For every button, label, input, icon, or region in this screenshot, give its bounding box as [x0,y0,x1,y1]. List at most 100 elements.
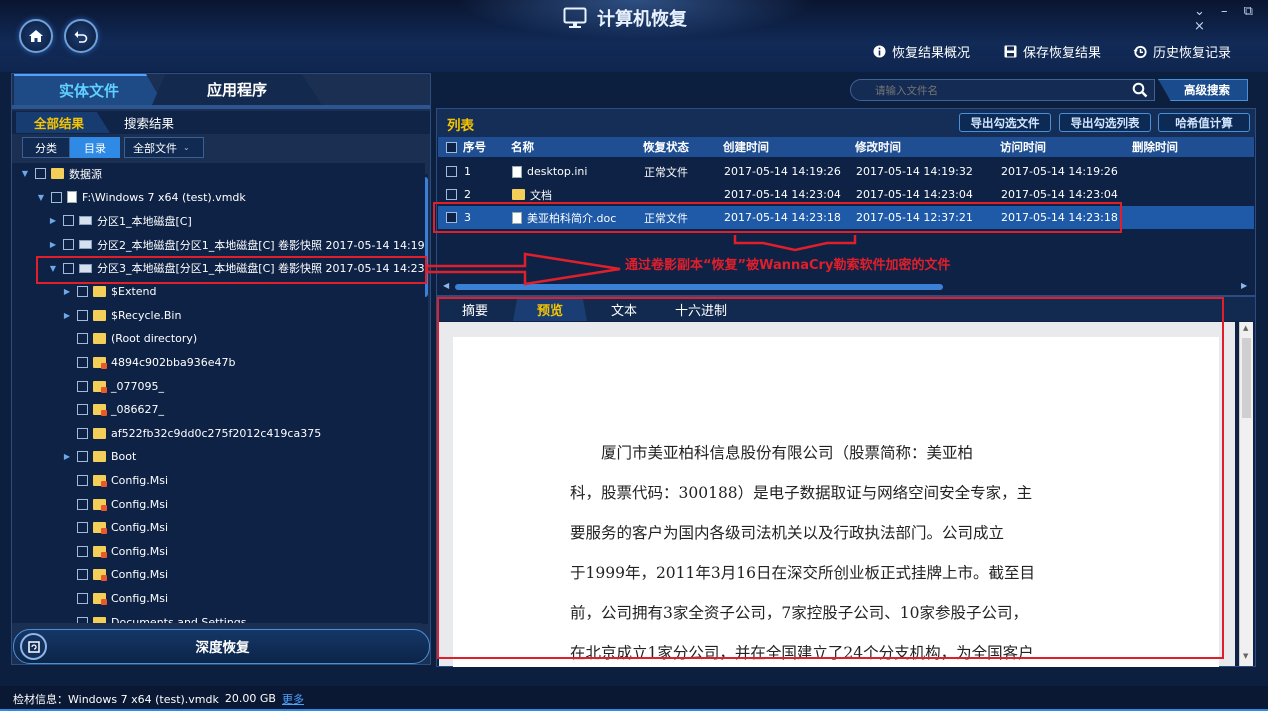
tree-node-label: af522fb32c9dd0c275f2012c419ca375 [111,426,322,440]
col-number[interactable]: 序号 [446,137,486,157]
tree-node[interactable]: ▶ $Recycle.Bin [62,304,182,328]
tree-node[interactable]: ▶ Boot [62,445,136,469]
subtab-search-results[interactable]: 搜索结果 [124,112,174,133]
subtab-all-results[interactable]: 全部结果 [16,112,110,133]
collapse-arrow-icon[interactable]: ▼ [48,264,58,273]
window-controls[interactable]: ⌄ – ⧉ × [1194,4,1268,34]
tree-node[interactable]: _086627_ [62,398,164,422]
search-icon[interactable] [1132,82,1148,98]
tree-checkbox[interactable] [77,616,88,623]
expand-arrow-icon[interactable]: ▶ [62,452,72,461]
scroll-right-icon[interactable]: ▶ [1241,281,1247,290]
tree-checkbox[interactable] [77,522,88,534]
tree-checkbox[interactable] [77,498,88,510]
tree-checkbox[interactable] [77,593,88,605]
col-created[interactable]: 创建时间 [723,137,769,157]
home-button[interactable] [19,19,53,53]
tab-physical-files[interactable]: 实体文件 [14,74,164,105]
tree-checkbox[interactable] [77,545,88,557]
filter-directory-button[interactable]: 目录 [70,137,120,158]
scroll-down-icon[interactable]: ▼ [1243,652,1248,660]
tree-node[interactable]: Config.Msi [62,540,168,564]
tree-node[interactable]: Config.Msi [62,516,168,540]
list-title: 列表 [447,118,474,134]
tab-applications[interactable]: 应用程序 [152,74,322,105]
col-deleted[interactable]: 删除时间 [1132,137,1178,157]
tree-checkbox[interactable] [77,357,88,369]
row-checkbox[interactable] [446,189,457,200]
tree-node[interactable]: af522fb32c9dd0c275f2012c419ca375 [62,422,321,446]
tree-node[interactable]: ▼ 分区3_本地磁盘[分区1_本地磁盘[C] 卷影快照 2017-05-14 14… [48,256,425,280]
col-accessed[interactable]: 访问时间 [1000,137,1046,157]
tree-node-label: Config.Msi [111,521,169,535]
scroll-up-icon[interactable]: ▲ [1243,324,1248,332]
row-number: 3 [464,211,471,224]
expand-arrow-icon[interactable]: ▶ [62,287,72,296]
advanced-search-button[interactable]: 高级搜索 [1158,79,1248,101]
table-row[interactable]: 2 文档 2017-05-14 14:23:04 2017-05-14 14:23:0… [438,183,1254,206]
preview-scrollbar-thumb[interactable] [1242,338,1251,418]
more-link[interactable]: 更多 [282,691,304,707]
tree-checkbox[interactable] [77,451,88,463]
table-row[interactable]: 1 desktop.ini 正常文件 2017-05-14 14:19:26 2017-… [438,160,1254,183]
export-checked-files-button[interactable]: 导出勾选文件 [959,113,1051,132]
tree-checkbox[interactable] [77,475,88,487]
tree-checkbox[interactable] [63,239,74,251]
hash-calc-button[interactable]: 哈希值计算 [1158,113,1250,132]
tree-node[interactable]: Config.Msi [62,492,168,516]
tree-checkbox[interactable] [63,262,74,274]
col-recover-status[interactable]: 恢复状态 [643,137,689,157]
tree-node[interactable]: Config.Msi [62,469,168,493]
filter-category-button[interactable]: 分类 [22,137,70,158]
tree-checkbox[interactable] [77,404,88,416]
search-box[interactable] [850,79,1155,101]
tree-node[interactable]: Config.Msi [62,587,168,611]
tree-checkbox[interactable] [51,191,62,203]
file-type-select[interactable]: 全部文件 ⌄ [124,137,204,158]
tree-node[interactable]: ▶ 分区2_本地磁盘[分区1_本地磁盘[C] 卷影快照 2017-05-14 14… [48,233,425,257]
result-overview-button[interactable]: 恢复结果概况 [873,42,970,61]
tree-checkbox[interactable] [77,569,88,581]
save-result-button[interactable]: 保存恢复结果 [1004,42,1101,61]
tree-checkbox[interactable] [77,309,88,321]
col-modified[interactable]: 修改时间 [855,137,901,157]
tree-node[interactable]: ▼ 数据源 [20,163,102,186]
expand-arrow-icon[interactable]: ▶ [48,216,58,225]
collapse-arrow-icon[interactable]: ▼ [20,169,30,178]
tree-node[interactable]: 4894c902bba936e47b [62,351,236,375]
history-label: 历史恢复记录 [1153,46,1232,61]
tree-node[interactable]: ▼ F:\Windows 7 x64 (test).vmdk [36,186,246,210]
row-checkbox[interactable] [446,212,457,223]
tab-preview[interactable]: 预览 [513,297,587,321]
tree-checkbox[interactable] [77,286,88,298]
tree-node[interactable]: ▶ $Extend [62,280,157,304]
tree-checkbox[interactable] [77,333,88,345]
tree-node[interactable]: Config.Msi [62,563,168,587]
expand-arrow-icon[interactable]: ▶ [62,311,72,320]
tree-node[interactable]: ▶ 分区1_本地磁盘[C] [48,209,192,233]
deep-recover-button[interactable]: 深度恢复 [13,629,430,664]
history-button[interactable]: 历史恢复记录 [1133,42,1231,61]
tab-hex[interactable]: 十六进制 [659,297,743,321]
tree-node[interactable]: _077095_ [62,374,164,398]
table-row[interactable]: 3 美亚柏科简介.doc 正常文件 2017-05-14 14:23:18 2017-0… [438,206,1254,229]
tree-node[interactable]: Documents and Settings [62,610,247,623]
tree-node[interactable]: (Root directory) [62,327,197,351]
tab-text[interactable]: 文本 [589,297,659,321]
expand-arrow-icon[interactable]: ▶ [48,240,58,249]
search-input[interactable] [875,83,1105,98]
select-all-checkbox[interactable] [446,141,457,153]
preview-scrollbar[interactable]: ▲ ▼ [1239,322,1253,666]
col-name[interactable]: 名称 [511,137,534,157]
tab-summary[interactable]: 摘要 [441,297,509,321]
file-icon [512,165,522,178]
tree-checkbox[interactable] [77,380,88,392]
tree-checkbox[interactable] [35,168,46,180]
cell-name-text: desktop.ini [527,165,588,178]
tree-checkbox[interactable] [77,427,88,439]
export-checked-list-button[interactable]: 导出勾选列表 [1059,113,1151,132]
row-checkbox[interactable] [446,166,457,177]
back-button[interactable] [64,19,98,53]
tree-checkbox[interactable] [63,215,74,227]
collapse-arrow-icon[interactable]: ▼ [36,193,46,202]
